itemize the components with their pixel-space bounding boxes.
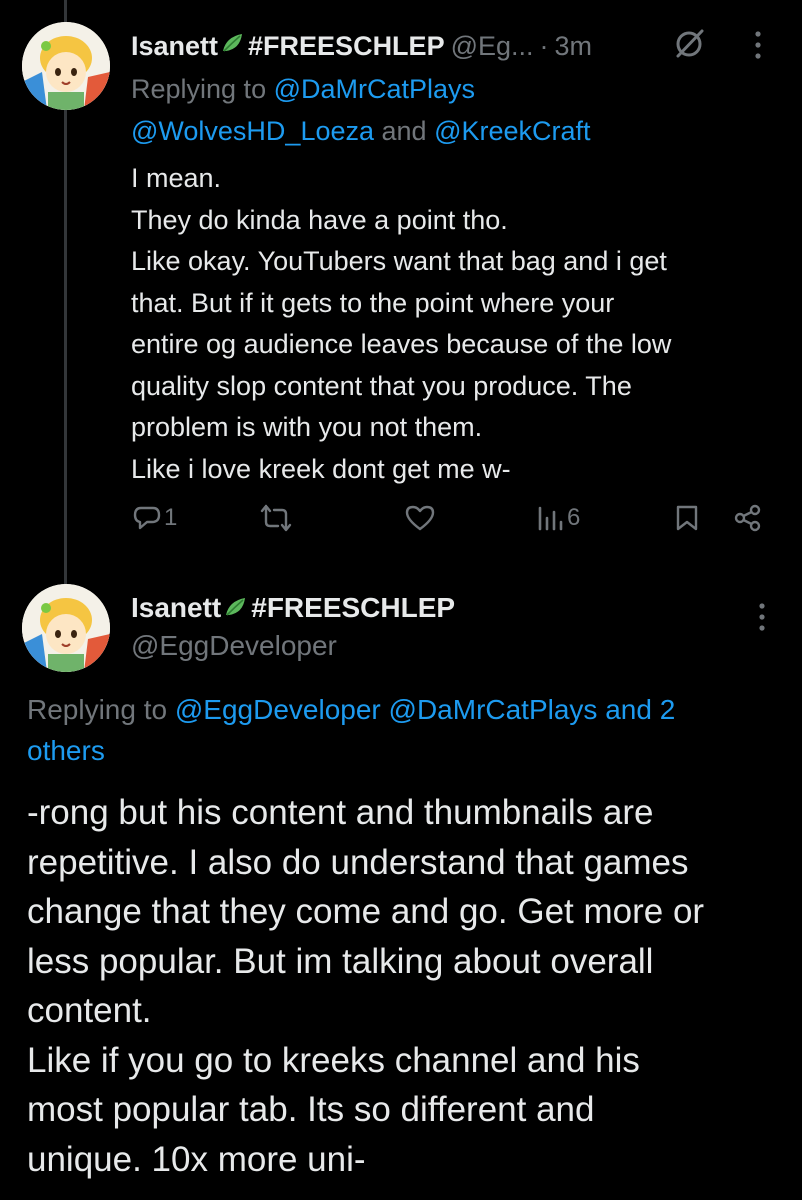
tweet2-handle[interactable]: @EggDeveloper — [131, 626, 337, 666]
views-icon — [538, 506, 563, 531]
tweet2-body: -rong but his content and thumbnails are… — [27, 788, 787, 1184]
bookmark-icon — [676, 505, 698, 531]
heart-icon — [405, 505, 435, 531]
tweet1-timestamp[interactable]: 3m — [555, 31, 593, 62]
reply-count: 1 — [164, 504, 178, 531]
share-icon — [734, 504, 761, 532]
replying-to-prefix: Replying to — [131, 74, 274, 104]
tweet-text-line: change that they come and go. Get more o… — [27, 892, 705, 931]
views-button[interactable]: 6 — [537, 504, 580, 532]
anime-avatar-image — [22, 22, 110, 110]
mention-link[interactable]: @WolvesHD_Loeza — [131, 116, 374, 146]
tweet-text-line: I mean. — [131, 163, 222, 193]
bookmark-button[interactable] — [675, 504, 699, 532]
tweet2-replying-to: Replying to @EggDeveloper @DaMrCatPlays … — [27, 689, 767, 771]
share-button[interactable] — [734, 504, 762, 532]
replying-to-and: and — [374, 116, 435, 146]
tweet1-handle[interactable]: @Eg... — [451, 31, 534, 62]
reply-icon — [133, 506, 161, 530]
tweet-text-line: They do kinda have a point tho. — [131, 204, 508, 235]
tweet-text-line: content. — [27, 991, 152, 1030]
avatar[interactable] — [22, 22, 110, 110]
tweet-text-line: problem is with you not them. — [131, 412, 483, 442]
avatar[interactable] — [22, 584, 110, 672]
tweet1-header: Isanett #FREESCHLEP @Eg... · 3m — [131, 26, 592, 66]
retweet-button[interactable] — [260, 504, 292, 532]
tweet-text-line: repetitive. I also do understand that ga… — [27, 842, 689, 882]
tweet1-action-bar: 1 6 — [0, 500, 802, 544]
herb-leaf-icon — [223, 590, 249, 630]
retweet-icon — [260, 504, 292, 532]
tweet-text-line: most popular tab. Its so different and — [27, 1090, 595, 1129]
tweet2-display-name: Isanett — [131, 592, 222, 623]
replying-to-prefix: Replying to — [27, 694, 175, 725]
tweet2-display-name-suffix: #FREESCHLEP — [251, 592, 456, 623]
tweet-text-line: -rong but his content and thumbnails are — [27, 793, 654, 832]
tweet-text-line: Like i love kreek dont get me w- — [131, 453, 511, 484]
grok-icon[interactable] — [672, 26, 708, 67]
tweet-text-line: entire og audience leaves because of the… — [131, 329, 672, 359]
tweet-text-line: unique. 10x more uni- — [27, 1139, 366, 1179]
mention-link[interactable]: @KreekCraft — [434, 116, 590, 146]
tweet-text-line: less popular. But im talking about overa… — [27, 941, 654, 981]
tweet2-display-name-row[interactable]: Isanett #FREESCHLEP — [131, 588, 455, 630]
tweet-text-line: Like if you go to kreeks channel and his — [27, 1040, 640, 1080]
mention-link[interactable]: @EggDeveloper @DaMrCatPlays and 2 — [175, 694, 675, 725]
tweet-text-line: quality slop content that you produce. T… — [131, 370, 632, 401]
anime-avatar-image — [22, 584, 110, 672]
tweet1-display-name-suffix[interactable]: #FREESCHLEP — [248, 31, 445, 62]
tweet-text-line: Like okay. YouTubers want that bag and i… — [131, 246, 667, 276]
tweet1-body: I mean. They do kinda have a point tho. … — [131, 158, 781, 490]
more-vertical-icon[interactable] — [756, 602, 768, 637]
more-vertical-icon[interactable] — [752, 30, 764, 65]
tweet1-replying-to: Replying to @DaMrCatPlays @WolvesHD_Loez… — [131, 68, 771, 152]
tweet1-display-name[interactable]: Isanett — [131, 31, 218, 62]
replying-others-link[interactable]: others — [27, 735, 105, 766]
reply-button[interactable]: 1 — [133, 504, 177, 532]
like-button[interactable] — [405, 504, 435, 532]
tweet-text-line: that. But if it gets to the point where … — [131, 287, 615, 318]
views-count: 6 — [567, 504, 581, 531]
mention-link[interactable]: @DaMrCatPlays — [274, 74, 475, 104]
tweet1-separator: · — [539, 30, 549, 61]
herb-leaf-icon — [220, 31, 246, 62]
